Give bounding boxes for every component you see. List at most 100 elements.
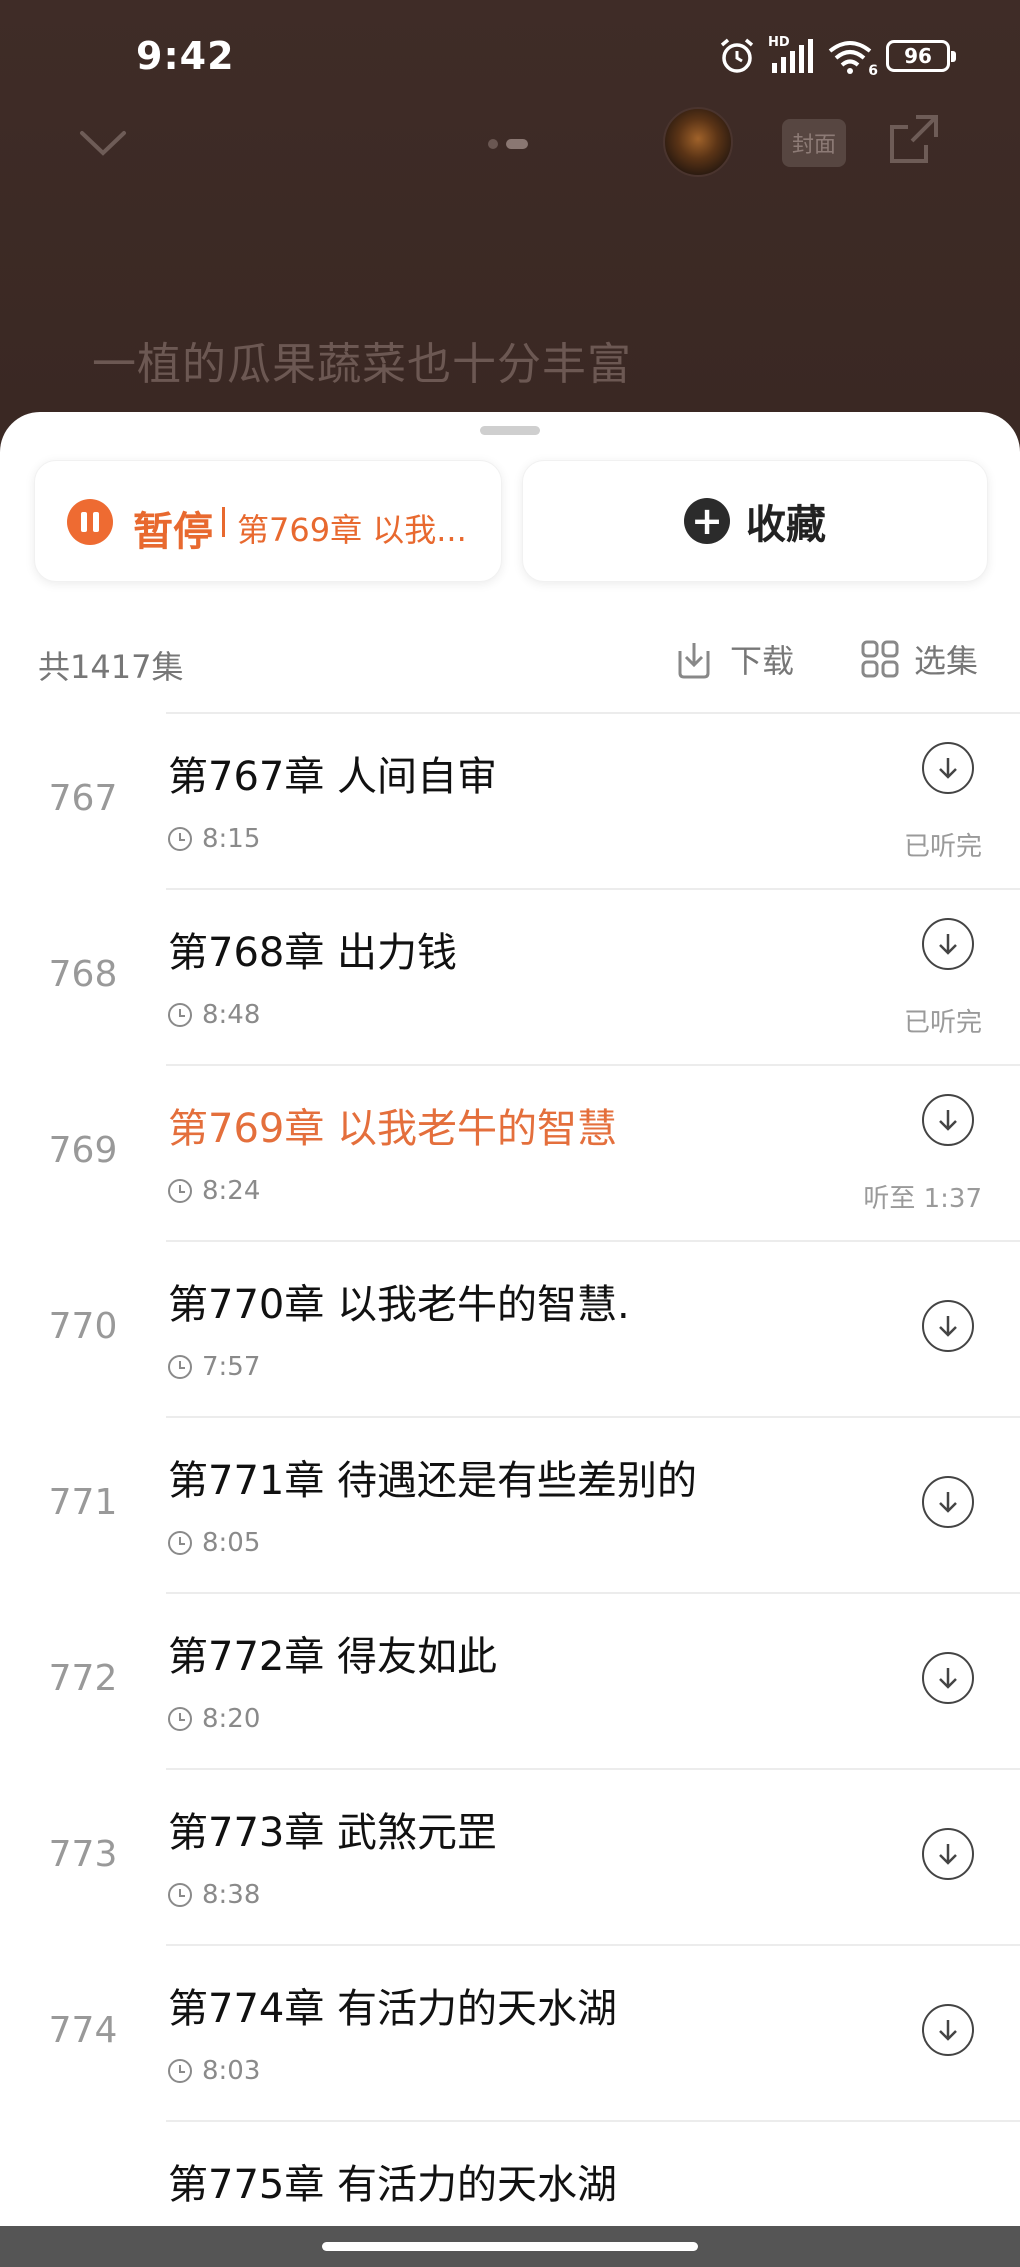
lyric-line: 一植的瓜果蔬菜也十分丰富 xyxy=(92,339,632,390)
episode-number: 770 xyxy=(48,1306,118,1347)
episode-duration: 8:15 xyxy=(168,824,260,854)
pause-label: 暂停 xyxy=(133,509,213,555)
episode-row[interactable]: 771 第771章 待遇还是有些差别的 8:05 xyxy=(0,1418,1020,1594)
episode-number: 767 xyxy=(48,778,118,819)
episode-row[interactable]: 770 第770章 以我老牛的智慧. 7:57 xyxy=(0,1242,1020,1418)
pause-icon xyxy=(67,499,113,545)
clock-icon xyxy=(168,1531,192,1555)
episode-download-icon[interactable] xyxy=(922,742,974,794)
listen-status: 已听完 xyxy=(903,832,982,862)
status-icons: HD 6 96 xyxy=(718,34,956,79)
select-episodes-button[interactable]: 选集 xyxy=(860,636,978,682)
clock-icon xyxy=(168,827,192,851)
cover-button[interactable]: 封面 xyxy=(782,119,846,167)
grid-icon xyxy=(861,640,899,678)
episode-duration: 8:24 xyxy=(168,1176,260,1206)
plus-icon: + xyxy=(684,498,730,544)
episode-number: 773 xyxy=(48,1834,118,1875)
episode-title: 第770章 以我老牛的智慧. xyxy=(168,1282,630,1328)
page-dot-active xyxy=(506,139,528,149)
download-button[interactable]: 下载 xyxy=(672,636,794,682)
duration-text: 8:24 xyxy=(202,1176,261,1206)
download-label: 下载 xyxy=(730,642,795,680)
episode-row[interactable]: 774 第774章 有活力的天水湖 8:03 xyxy=(0,1946,1020,2122)
duration-text: 7:57 xyxy=(202,1352,261,1382)
clock-icon xyxy=(168,1179,192,1203)
episode-title: 第772章 得友如此 xyxy=(168,1634,498,1680)
wifi-badge: 6 xyxy=(868,63,878,79)
episode-download-icon[interactable] xyxy=(922,1300,974,1352)
clock-icon xyxy=(168,1707,192,1731)
episode-row[interactable]: 769 第769章 以我老牛的智慧 8:24 听至 1:37 xyxy=(0,1066,1020,1242)
episode-sheet: 暂停 第769章 以我... + 收藏 共1417集 下载 选集 767 第76… xyxy=(0,412,1020,2227)
episode-title: 第775章 有活力的天水湖 xyxy=(168,2162,618,2208)
episode-download-icon[interactable] xyxy=(922,2004,974,2056)
episode-count: 共1417集 xyxy=(38,648,184,686)
clock-icon xyxy=(168,1003,192,1027)
episode-title: 第769章 以我老牛的智慧 xyxy=(168,1106,618,1152)
episode-row[interactable]: 772 第772章 得友如此 8:20 xyxy=(0,1594,1020,1770)
episode-download-icon[interactable] xyxy=(922,1652,974,1704)
episode-download-icon[interactable] xyxy=(922,1476,974,1528)
battery-indicator: 96 xyxy=(886,40,956,72)
episode-row[interactable]: 773 第773章 武煞元罡 8:38 xyxy=(0,1770,1020,1946)
episode-download-icon[interactable] xyxy=(922,1094,974,1146)
episode-number: 771 xyxy=(48,1482,118,1523)
sheet-grabber[interactable] xyxy=(480,426,540,435)
favorite-label: 收藏 xyxy=(746,502,826,548)
episode-row[interactable]: 767 第767章 人间自审 8:15 已听完 xyxy=(0,714,1020,890)
duration-text: 8:03 xyxy=(202,2056,261,2086)
episode-title: 第774章 有活力的天水湖 xyxy=(168,1986,618,2032)
episode-title: 第767章 人间自审 xyxy=(168,754,498,800)
download-icon xyxy=(678,643,710,679)
episode-number: 769 xyxy=(48,1130,118,1171)
duration-text: 8:48 xyxy=(202,1000,261,1030)
player-toolbar: 封面 xyxy=(0,105,1020,185)
page-indicator xyxy=(488,139,528,149)
episode-row[interactable]: 第775章 有活力的天水湖 xyxy=(0,2122,1020,2227)
list-header: 共1417集 下载 选集 xyxy=(0,632,1020,692)
episode-duration: 8:38 xyxy=(168,1880,260,1910)
listen-status: 已听完 xyxy=(903,1008,982,1038)
episode-duration: 8:03 xyxy=(168,2056,260,2086)
wifi-icon: 6 xyxy=(826,37,878,79)
home-gesture-handle[interactable] xyxy=(322,2242,698,2251)
collapse-chevron-icon[interactable] xyxy=(78,123,128,163)
duration-text: 8:15 xyxy=(202,824,261,854)
status-bar: 9:42 HD 6 96 xyxy=(0,0,1020,110)
battery-level: 96 xyxy=(904,44,932,68)
clock-icon xyxy=(168,1355,192,1379)
now-playing-title: 第769章 以我... xyxy=(237,511,467,549)
episode-duration: 7:57 xyxy=(168,1352,260,1382)
episode-number: 768 xyxy=(48,954,118,995)
action-row: 暂停 第769章 以我... + 收藏 xyxy=(34,460,988,582)
episode-row[interactable]: 768 第768章 出力钱 8:48 已听完 xyxy=(0,890,1020,1066)
episode-duration: 8:48 xyxy=(168,1000,260,1030)
episode-duration: 8:20 xyxy=(168,1704,260,1734)
listen-status: 听至 1:37 xyxy=(863,1184,982,1214)
favorite-button[interactable]: + 收藏 xyxy=(522,460,988,582)
episode-number: 772 xyxy=(48,1658,118,1699)
divider xyxy=(222,507,225,537)
episode-number: 774 xyxy=(48,2010,118,2051)
pause-card-button[interactable]: 暂停 第769章 以我... xyxy=(34,460,502,582)
navigation-bar xyxy=(0,2226,1020,2267)
signal-icon: HD xyxy=(768,35,814,75)
episode-title: 第771章 待遇还是有些差别的 xyxy=(168,1458,698,1504)
clock-icon xyxy=(168,2059,192,2083)
episode-download-icon[interactable] xyxy=(922,1828,974,1880)
episode-title: 第768章 出力钱 xyxy=(168,930,458,976)
episode-download-icon[interactable] xyxy=(922,918,974,970)
duration-text: 8:38 xyxy=(202,1880,261,1910)
duration-text: 8:20 xyxy=(202,1704,261,1734)
page-dot xyxy=(488,139,498,149)
select-label: 选集 xyxy=(914,642,979,680)
status-time: 9:42 xyxy=(136,34,235,78)
duration-text: 8:05 xyxy=(202,1528,261,1558)
share-icon[interactable] xyxy=(886,111,942,167)
book-avatar[interactable] xyxy=(663,107,733,177)
clock-icon xyxy=(168,1883,192,1907)
episode-duration: 8:05 xyxy=(168,1528,260,1558)
alarm-icon xyxy=(720,38,754,73)
episode-title: 第773章 武煞元罡 xyxy=(168,1810,498,1856)
